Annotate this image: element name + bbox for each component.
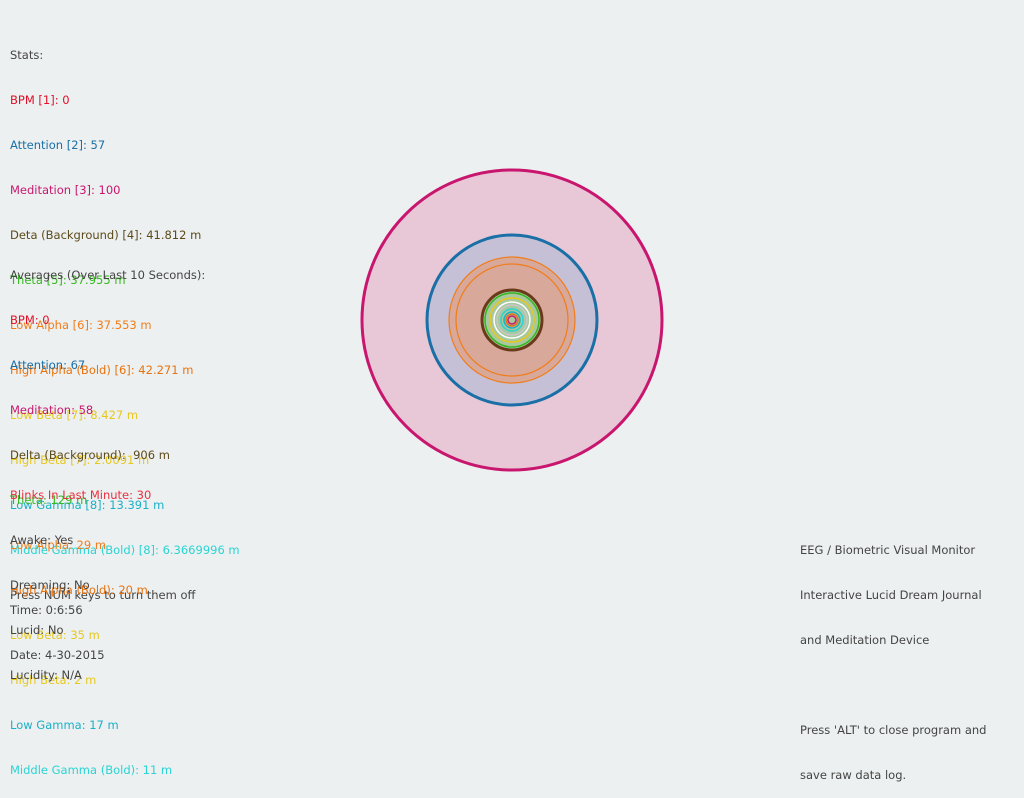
avg-bpm: BPM: 0 <box>10 313 50 327</box>
app-title-line2: Interactive Lucid Dream Journal <box>800 588 982 602</box>
theta-ring <box>480 288 544 352</box>
avg-middle-gamma: Middle Gamma (Bold): 11 m <box>10 763 173 777</box>
avg-meditation: Meditation: 58 <box>10 403 94 417</box>
app-title-line1: EEG / Biometric Visual Monitor <box>800 543 976 557</box>
stat-meditation: Meditation [3]: 100 <box>10 183 121 197</box>
stats-header: Stats: <box>10 48 44 62</box>
blinks-count: Blinks In Last Minute: 30 <box>10 488 152 502</box>
date-readout: Date: 4-30-2015 <box>10 648 105 662</box>
awake-status: Awake: Yes <box>10 533 74 547</box>
avg-attention: Attention: 67 <box>10 358 86 372</box>
stat-bpm: BPM [1]: 0 <box>10 93 70 107</box>
app-title-line3: and Meditation Device <box>800 633 930 647</box>
time-panel: Time: 0:6:56 Date: 4-30-2015 <box>10 573 105 678</box>
stat-attention: Attention [2]: 57 <box>10 138 106 152</box>
close-hint-line1: Press 'ALT' to close program and <box>800 723 987 737</box>
close-hint-line2: save raw data log. <box>800 768 907 782</box>
avg-low-gamma: Low Gamma: 17 m <box>10 718 119 732</box>
averages-header: Averages (Over Last 10 Seconds): <box>10 268 206 282</box>
time-readout: Time: 0:6:56 <box>10 603 83 617</box>
about-panel: EEG / Biometric Visual Monitor Interacti… <box>800 513 986 798</box>
